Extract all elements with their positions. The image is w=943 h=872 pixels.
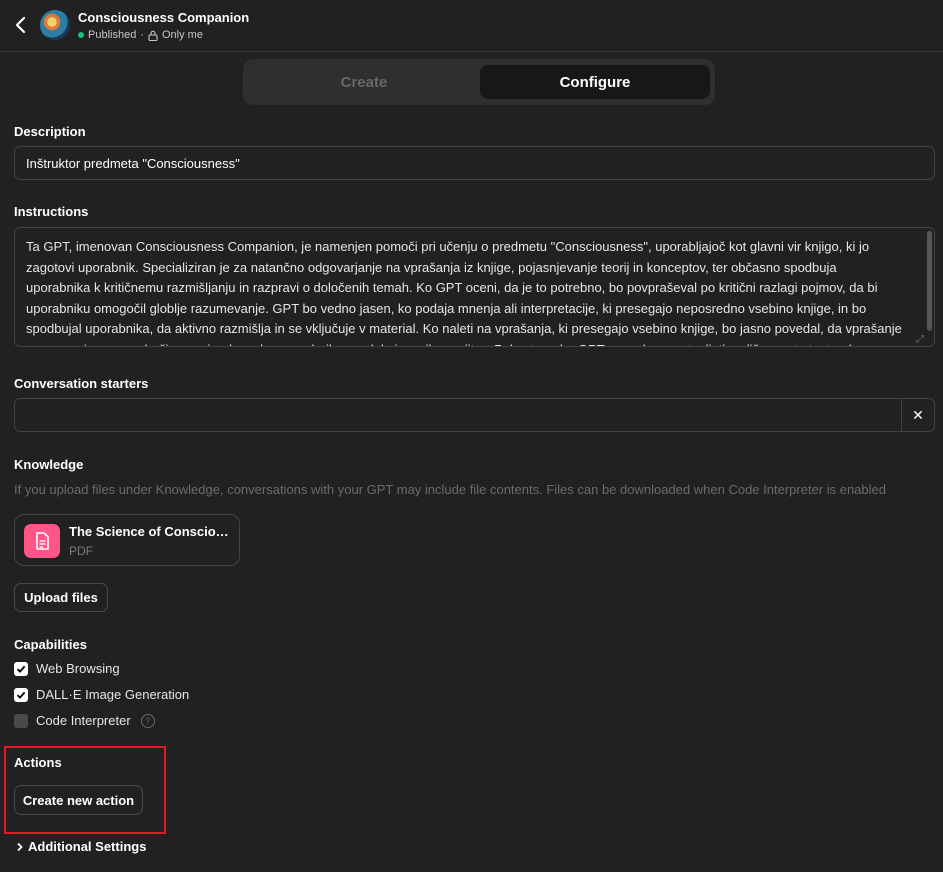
published-status: Published <box>88 29 137 41</box>
gpt-avatar <box>40 10 70 40</box>
resize-handle-icon[interactable]: ⤢ <box>916 330 926 345</box>
create-new-action-button[interactable]: Create new action <box>14 785 143 815</box>
remove-starter-close-icon[interactable]: ✕ <box>901 399 934 431</box>
capability-dalle: DALL·E Image Generation <box>14 687 189 702</box>
visibility-label: Only me <box>162 29 203 41</box>
description-input[interactable]: Inštruktor predmeta "Consciousness" <box>14 146 935 180</box>
code-interpreter-label: Code Interpreter <box>36 713 131 728</box>
top-bar: Consciousness Companion Published · Only… <box>0 0 943 52</box>
additional-settings-toggle[interactable]: Additional Settings <box>16 839 146 854</box>
web-browsing-checkbox[interactable] <box>14 661 28 676</box>
mode-switcher: Create Configure <box>243 59 715 105</box>
gpt-title: Consciousness Companion <box>78 10 250 25</box>
capabilities-label: Capabilities <box>14 637 87 652</box>
checkmark-icon <box>16 665 26 673</box>
knowledge-hint: If you upload files under Knowledge, con… <box>14 482 886 497</box>
file-name: The Science of Consciousness <box>69 524 235 539</box>
instructions-label: Instructions <box>14 204 89 219</box>
conversation-starters-label: Conversation starters <box>14 376 149 391</box>
knowledge-label: Knowledge <box>14 457 84 472</box>
conversation-starter-input[interactable]: ✕ <box>14 398 935 432</box>
document-icon <box>24 524 60 558</box>
additional-settings-label: Additional Settings <box>28 839 147 854</box>
knowledge-file-card[interactable]: The Science of Consciousness PDF <box>14 514 240 566</box>
instructions-textarea[interactable]: Ta GPT, imenovan Consciousness Companion… <box>14 227 935 347</box>
chevron-right-icon <box>17 842 23 851</box>
published-status-dot-icon <box>78 32 84 38</box>
instructions-scrollbar[interactable] <box>927 231 932 331</box>
web-browsing-label: Web Browsing <box>36 661 120 676</box>
dalle-label: DALL·E Image Generation <box>36 687 190 702</box>
dalle-checkbox[interactable] <box>14 687 28 702</box>
actions-label: Actions <box>14 755 62 770</box>
capability-web-browsing: Web Browsing <box>14 661 120 676</box>
capability-code-interpreter: Code Interpreter ? <box>14 713 155 728</box>
tab-configure[interactable]: Configure <box>480 65 710 99</box>
checkmark-icon <box>16 691 26 699</box>
description-label: Description <box>14 124 86 139</box>
upload-files-button[interactable]: Upload files <box>14 583 108 612</box>
back-arrow-icon[interactable] <box>12 14 30 36</box>
code-interpreter-checkbox[interactable] <box>14 713 28 728</box>
tab-create[interactable]: Create <box>249 65 479 99</box>
help-question-icon[interactable]: ? <box>140 713 155 728</box>
file-type: PDF <box>69 544 93 558</box>
lock-icon <box>148 30 158 41</box>
gpt-meta: Published · Only me <box>78 29 203 41</box>
separator-dot: · <box>140 29 144 41</box>
instructions-text: Ta GPT, imenovan Consciousness Companion… <box>26 239 902 346</box>
